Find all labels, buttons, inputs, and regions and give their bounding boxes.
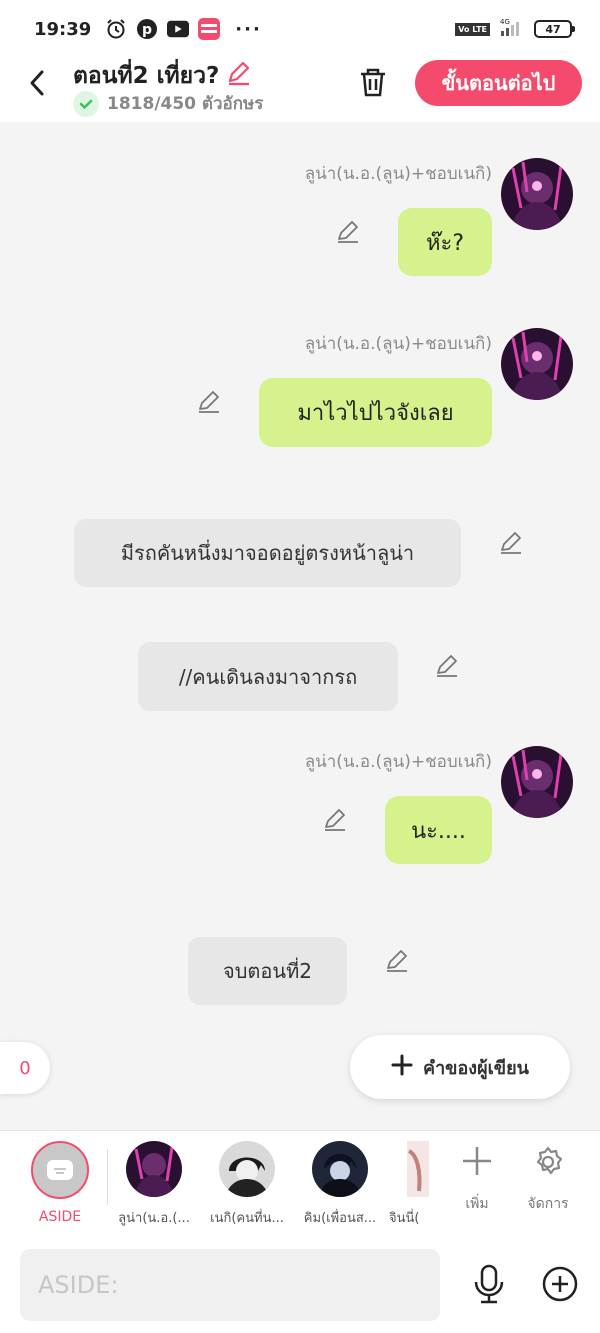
avatar[interactable] bbox=[501, 746, 573, 818]
character-name: คิม(เพื่อนส... bbox=[303, 1211, 377, 1226]
add-character-label: เพิ่ม bbox=[465, 1196, 489, 1212]
character-item[interactable]: เนกิ(คนที่น... bbox=[203, 1141, 291, 1228]
episode-title-text: ตอนที่2 เที่ยว? bbox=[73, 63, 220, 89]
edit-message-pencil-icon[interactable] bbox=[196, 388, 222, 414]
episode-header: ตอนที่2 เที่ยว? 1818/450 ตัวอักษร ขั้นตอ… bbox=[0, 58, 600, 122]
avatar[interactable] bbox=[501, 158, 573, 230]
aside-selector-label: ASIDE bbox=[38, 1209, 82, 1225]
aside-bubble[interactable]: มีรถคันหนึ่งมาจอดอยู่ตรงหน้าลูน่า bbox=[74, 519, 461, 587]
more-notifications: ··· bbox=[235, 18, 262, 40]
chat-area: ลูน่า(น.อ.(ลูน)+ชอบเนกิ) ห๊ะ? ลูน่า(น.อ.… bbox=[0, 122, 600, 1130]
plus-icon bbox=[391, 1054, 413, 1081]
character-item[interactable]: คิม(เพื่อนส... bbox=[296, 1141, 384, 1228]
character-item[interactable]: ลูน่า(น.อ.(... bbox=[110, 1141, 198, 1228]
character-item[interactable]: จินนี่( bbox=[389, 1141, 431, 1228]
character-name: เนกิ(คนที่น... bbox=[210, 1211, 284, 1226]
alarm-icon bbox=[105, 18, 127, 40]
edit-aside-pencil-icon[interactable] bbox=[434, 652, 460, 678]
status-bar: 19:39 p ··· Vo LTE 4G 47 bbox=[0, 0, 600, 58]
edit-title-pencil-icon[interactable] bbox=[225, 59, 253, 93]
edit-message-pencil-icon[interactable] bbox=[335, 218, 361, 244]
plus-icon bbox=[447, 1145, 507, 1181]
manage-characters-button[interactable]: จัดการ bbox=[518, 1145, 578, 1215]
input-bar bbox=[0, 1238, 600, 1333]
battery-icon: 47 bbox=[534, 20, 575, 38]
message-input[interactable] bbox=[20, 1249, 440, 1321]
signal-icon: 4G bbox=[498, 17, 526, 42]
add-circle-icon[interactable] bbox=[541, 1265, 579, 1303]
trash-icon[interactable] bbox=[358, 66, 388, 98]
avatar[interactable] bbox=[501, 328, 573, 400]
character-name: ลูน่า(น.อ.(... bbox=[118, 1211, 190, 1226]
character-selector-bar: ASIDE ลูน่า(น.อ.(... เนกิ(คนที่น... คิม(… bbox=[0, 1130, 600, 1238]
back-arrow-icon[interactable] bbox=[24, 66, 52, 100]
episode-title[interactable]: ตอนที่2 เที่ยว? bbox=[73, 58, 253, 94]
character-count: 1818/450 ตัวอักษร bbox=[73, 90, 263, 117]
character-name: จินนี่( bbox=[389, 1211, 420, 1226]
speaker-name: ลูน่า(น.อ.(ลูน)+ชอบเนกิ) bbox=[304, 334, 492, 354]
youtube-icon bbox=[167, 18, 190, 40]
aside-selector-button[interactable] bbox=[31, 1141, 89, 1199]
speaker-name: ลูน่า(น.อ.(ลูน)+ชอบเนกิ) bbox=[304, 752, 492, 772]
edit-aside-pencil-icon[interactable] bbox=[498, 529, 524, 555]
gear-icon bbox=[518, 1145, 578, 1183]
speaker-name: ลูน่า(น.อ.(ลูน)+ชอบเนกิ) bbox=[304, 164, 492, 184]
avatar bbox=[407, 1141, 429, 1197]
count-badge[interactable]: 0 bbox=[0, 1042, 50, 1094]
svg-text:p: p bbox=[142, 22, 152, 38]
avatar bbox=[219, 1141, 275, 1197]
mangatoon-icon bbox=[198, 18, 221, 40]
volte-badge: Vo LTE bbox=[455, 22, 490, 36]
check-icon bbox=[73, 90, 99, 117]
add-character-button[interactable]: เพิ่ม bbox=[447, 1145, 507, 1215]
aside-bubble[interactable]: จบตอนที่2 bbox=[188, 937, 347, 1005]
microphone-icon[interactable] bbox=[472, 1264, 506, 1304]
avatar bbox=[312, 1141, 368, 1197]
avatar bbox=[126, 1141, 182, 1197]
character-count-text: 1818/450 ตัวอักษร bbox=[107, 94, 264, 114]
svg-text:4G: 4G bbox=[500, 18, 510, 26]
edit-message-pencil-icon[interactable] bbox=[322, 806, 348, 832]
aside-bubble[interactable]: //คนเดินลงมาจากรถ bbox=[138, 642, 398, 711]
next-step-button[interactable]: ขั้นตอนต่อไป bbox=[415, 60, 582, 106]
edit-aside-pencil-icon[interactable] bbox=[384, 947, 410, 973]
manage-characters-label: จัดการ bbox=[527, 1196, 569, 1212]
message-bubble[interactable]: ห๊ะ? bbox=[398, 208, 492, 276]
message-bubble[interactable]: มาไวไปไวจังเลย bbox=[259, 378, 492, 447]
pinterest-icon: p bbox=[136, 18, 158, 40]
divider bbox=[107, 1149, 108, 1205]
status-time: 19:39 bbox=[34, 18, 92, 40]
author-note-label: คำของผู้เขียน bbox=[423, 1057, 529, 1079]
author-note-button[interactable]: คำของผู้เขียน bbox=[350, 1035, 570, 1099]
message-bubble[interactable]: นะ.... bbox=[385, 796, 492, 864]
